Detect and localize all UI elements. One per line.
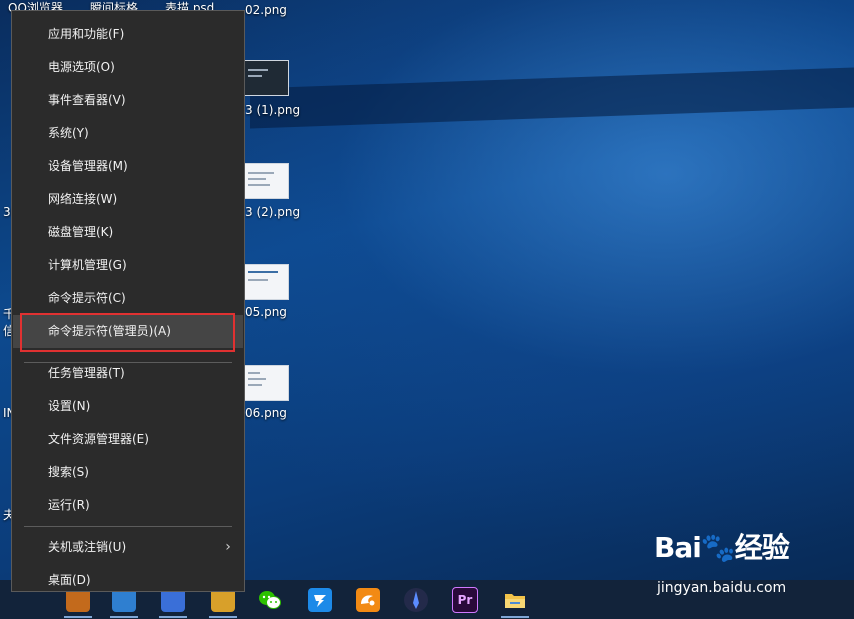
menu-item-task-manager[interactable]: 任务管理器(T) xyxy=(13,357,243,390)
taskbar-file-explorer[interactable] xyxy=(497,582,533,618)
file-label[interactable]: 06.png xyxy=(245,406,287,420)
baidu-jingyan-watermark: Bai🐾经验 jingyan.baidu.com xyxy=(654,526,844,602)
menu-separator xyxy=(24,526,232,527)
menu-item-settings[interactable]: 设置(N) xyxy=(13,390,243,423)
menu-item-desktop[interactable]: 桌面(D) xyxy=(13,564,243,597)
file-thumbnail[interactable] xyxy=(243,60,289,96)
file-label[interactable]: 3 (1).png xyxy=(245,103,300,117)
uc-browser-icon xyxy=(356,588,380,612)
watermark-brand: Bai🐾经验 xyxy=(654,531,790,564)
menu-item-file-explorer[interactable]: 文件资源管理器(E) xyxy=(13,423,243,456)
file-label[interactable]: 3 (2).png xyxy=(245,205,300,219)
taskbar-thunder[interactable] xyxy=(302,582,338,618)
menu-item-shutdown-signout[interactable]: 关机或注销(U) › xyxy=(13,531,243,564)
taskbar-premiere[interactable]: Pr xyxy=(447,582,483,618)
taskbar-pen-app[interactable] xyxy=(398,582,434,618)
chevron-right-icon: › xyxy=(225,539,231,555)
taskbar-wechat[interactable] xyxy=(252,582,288,618)
file-thumbnail[interactable] xyxy=(243,264,289,300)
watermark-url: jingyan.baidu.com xyxy=(657,580,787,596)
winx-context-menu: 应用和功能(F) 电源选项(O) 事件查看器(V) 系统(Y) 设备管理器(M)… xyxy=(11,10,245,592)
file-thumbnail[interactable] xyxy=(243,163,289,199)
menu-item-disk-management[interactable]: 磁盘管理(K) xyxy=(13,216,243,249)
menu-item-search[interactable]: 搜索(S) xyxy=(13,456,243,489)
wallpaper-light-beam xyxy=(250,67,854,129)
pen-icon xyxy=(404,588,428,612)
menu-item-power-options[interactable]: 电源选项(O) xyxy=(13,51,243,84)
premiere-label: Pr xyxy=(457,593,473,607)
menu-item-system[interactable]: 系统(Y) xyxy=(13,117,243,150)
wechat-icon xyxy=(258,588,282,612)
menu-item-device-manager[interactable]: 设备管理器(M) xyxy=(13,150,243,183)
highlight-box xyxy=(20,313,235,352)
file-label[interactable]: 05.png xyxy=(245,305,287,319)
menu-item-apps-features[interactable]: 应用和功能(F) xyxy=(13,18,243,51)
menu-item-label: 关机或注销(U) xyxy=(48,540,127,554)
menu-item-command-prompt[interactable]: 命令提示符(C) xyxy=(13,282,243,315)
thunder-icon xyxy=(308,588,332,612)
file-thumbnail[interactable] xyxy=(243,365,289,401)
menu-item-network-connections[interactable]: 网络连接(W) xyxy=(13,183,243,216)
taskbar-uc-browser[interactable] xyxy=(350,582,386,618)
menu-item-computer-management[interactable]: 计算机管理(G) xyxy=(13,249,243,282)
file-explorer-icon xyxy=(503,588,527,612)
premiere-icon: Pr xyxy=(452,587,478,613)
menu-item-event-viewer[interactable]: 事件查看器(V) xyxy=(13,84,243,117)
menu-item-run[interactable]: 运行(R) xyxy=(13,489,243,522)
desktop-icon-label[interactable]: 02.png xyxy=(245,3,287,17)
